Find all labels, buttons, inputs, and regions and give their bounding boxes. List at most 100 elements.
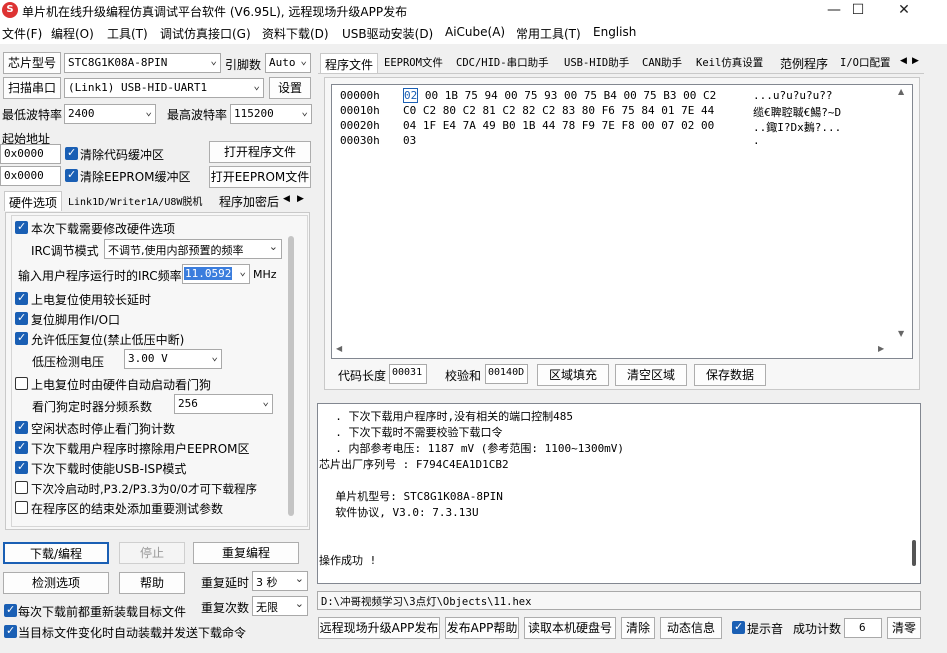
idle-wdt-label: 空闲状态时停止看门狗计数 [31,422,176,436]
check-options-button[interactable]: 检测选项 [3,572,109,594]
reprogram-button[interactable]: 重复编程 [193,542,299,564]
test-param-label: 在程序区的结束处添加重要测试参数 [31,502,224,516]
remote-upgrade-publish-button[interactable]: 远程现场升级APP发布 [318,617,440,639]
tab-hardware-options[interactable]: 硬件选项 [4,191,63,211]
tab-cdc-hid-serial[interactable]: CDC/HID-串口助手 [452,53,553,73]
dynamic-info-button[interactable]: 动态信息 [660,617,722,639]
beep-checkbox[interactable] [732,620,745,634]
reload-before-download-checkbox[interactable] [4,603,17,617]
erase-eeprom-checkbox[interactable] [15,440,28,454]
reload-before-download-label: 每次下载前都重新装载目标文件 [18,605,187,619]
tab-io-config[interactable]: I/O口配置 [836,53,900,73]
pin-count-label: 引脚数 [225,58,262,72]
read-disk-id-button[interactable]: 读取本机硬盘号 [524,617,616,639]
pin-count-select[interactable]: Auto [265,53,311,73]
save-data-button[interactable]: 保存数据 [694,364,766,386]
reset-pin-io-label: 复位脚用作I/O口 [31,313,121,327]
menu-tools[interactable]: 工具(T) [107,25,148,42]
power-reset-delay-checkbox[interactable] [15,291,28,305]
tab-program-file[interactable]: 程序文件 [320,53,379,73]
scan-port-button[interactable]: 扫描串口 [3,77,61,99]
right-tab-bar: 程序文件 EEPROM文件 CDC/HID-串口助手 USB-HID助手 CAN… [318,53,924,74]
repeat-count-select[interactable]: 无限 [252,596,308,616]
irc-mode-select[interactable]: 不调节,使用内部预置的频率 [104,239,282,259]
wdt-divider-select[interactable]: 256 [174,394,273,414]
tab-can[interactable]: CAN助手 [638,53,686,73]
tab-scroll-left-icon[interactable]: ◀ [283,194,290,204]
code-address-input[interactable]: 0x0000 [0,144,61,164]
menu-english[interactable]: English [593,25,636,39]
maximize-button[interactable]: ☐ [836,0,880,22]
tab-link1d-offline[interactable]: Link1D/Writer1A/U8W脱机 [64,191,206,211]
log-output[interactable]: . 下次下载用户程序时,没有相关的端口控制485 . 下次下载时不需要校验下载口… [317,403,921,584]
wdt-auto-start-checkbox[interactable] [15,377,28,390]
hex-viewer[interactable]: 00000h 02 00 1B 75 94 00 75 93 00 75 B4 … [331,84,913,359]
eeprom-address-input[interactable]: 0x0000 [0,166,61,186]
port-select[interactable]: (Link1) USB-HID-UART1 [64,78,264,98]
hex-scroll-left-icon[interactable]: ◀ [336,344,342,353]
tab-eeprom-file[interactable]: EEPROM文件 [380,53,447,73]
menu-downloads[interactable]: 资料下载(D) [262,25,329,42]
stop-button[interactable]: 停止 [119,542,185,564]
repeat-delay-select[interactable]: 3 秒 [252,571,308,591]
app-icon: S [2,2,18,18]
tab-usb-hid[interactable]: USB-HID助手 [560,53,633,73]
fill-area-button[interactable]: 区域填充 [537,364,609,386]
tab-keil-sim[interactable]: Keil仿真设置 [692,53,767,73]
log-scrollbar[interactable] [912,540,916,566]
menu-usb-driver[interactable]: USB驱动安装(D) [342,25,433,42]
irc-freq-select[interactable]: 11.0592 [182,264,250,284]
open-eeprom-file-button[interactable]: 打开EEPROM文件 [209,166,311,188]
irc-freq-unit: MHz [253,268,277,281]
menu-aicube[interactable]: AiCube(A) [445,25,505,39]
menu-common-tools[interactable]: 常用工具(T) [516,25,581,42]
code-length-label: 代码长度 [338,369,387,383]
tab-encryption[interactable]: 程序加密后 [215,191,283,211]
usb-isp-checkbox[interactable] [15,460,28,474]
irc-freq-value: 11.0592 [184,267,233,280]
hex-scroll-down-icon[interactable]: ▼ [898,329,904,338]
usb-isp-label: 下次下载时使能USB-ISP模式 [31,462,187,476]
help-button[interactable]: 帮助 [119,572,185,594]
log-line-3: 芯片出厂序列号 : F794C4EA1D1CB2 [319,458,509,471]
tab-scroll-right-icon[interactable]: ▶ [297,194,304,204]
clear-eeprom-checkbox[interactable] [65,168,78,182]
low-voltage-detect-select[interactable]: 3.00 V [124,349,222,369]
download-program-button[interactable]: 下载/编程 [3,542,109,564]
hex-ascii-1: 缆€聛聜聝€鰑?~D [753,106,842,119]
irc-mode-label: IRC调节模式 [31,244,99,258]
reset-pin-io-checkbox[interactable] [15,311,28,325]
menu-file[interactable]: 文件(F) [2,25,42,42]
low-voltage-reset-checkbox[interactable] [15,331,28,345]
open-program-file-button[interactable]: 打开程序文件 [209,141,311,163]
menu-program[interactable]: 编程(O) [51,25,94,42]
test-param-checkbox[interactable] [15,501,28,514]
chip-type-button[interactable]: 芯片型号 [3,52,61,74]
idle-wdt-checkbox[interactable] [15,420,28,434]
menu-debug[interactable]: 调试仿真接口(G) [160,25,251,42]
min-baud-select[interactable]: 2400 [64,104,156,124]
close-button[interactable]: ✕ [882,0,926,22]
hex-scroll-right-icon[interactable]: ▶ [878,344,884,353]
wdt-divider-label: 看门狗定时器分频系数 [32,400,153,414]
tab-examples[interactable]: 范例程序 [776,53,832,73]
clear-code-checkbox[interactable] [65,146,78,160]
hex-ascii-3: . [753,134,760,147]
right-tab-scroll-left-icon[interactable]: ◀ [900,56,907,66]
modify-hw-checkbox[interactable] [15,220,28,234]
settings-button[interactable]: 设置 [269,77,311,99]
hex-addr-0: 00000h [340,89,380,102]
code-length-value: 00031 [389,364,427,384]
reset-count-button[interactable]: 清零 [887,617,921,639]
hex-scroll-up-icon[interactable]: ▲ [898,87,904,96]
auto-load-checkbox[interactable] [4,624,17,638]
publish-app-help-button[interactable]: 发布APP帮助 [445,617,519,639]
chip-type-select[interactable]: STC8G1K08A-8PIN [64,53,221,73]
right-tab-scroll-right-icon[interactable]: ▶ [912,56,919,66]
hw-options-scrollbar[interactable] [288,236,294,516]
max-baud-select[interactable]: 115200 [230,104,312,124]
auto-load-label: 当目标文件变化时自动装载并发送下载命令 [18,626,247,640]
clear-log-button[interactable]: 清除 [621,617,655,639]
clear-area-button[interactable]: 清空区域 [615,364,687,386]
cold-boot-checkbox[interactable] [15,481,28,494]
